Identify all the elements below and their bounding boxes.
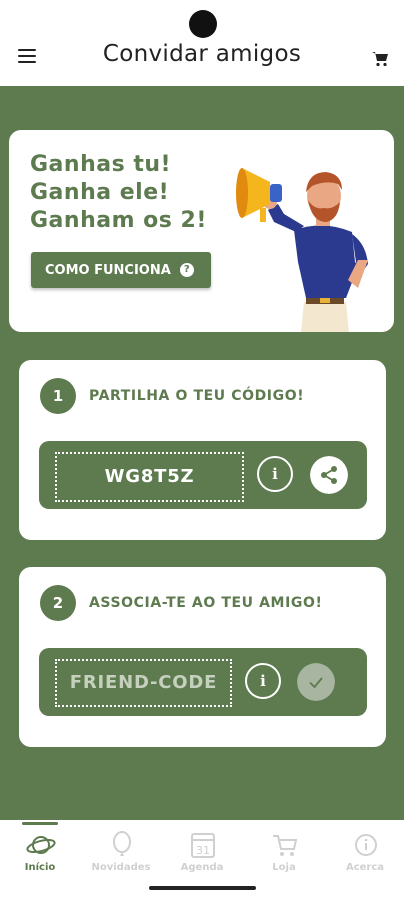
tab-novidades[interactable]: Novidades (81, 820, 161, 882)
associate-friend-card: 2 ASSOCIA-TE AO TEU AMIGO! FRIEND-CODE i (19, 567, 386, 747)
tab-label: Início (24, 862, 56, 873)
active-tab-indicator (22, 822, 58, 825)
svg-text:31: 31 (196, 844, 210, 857)
camera-notch (189, 10, 217, 38)
cart-icon (273, 835, 298, 856)
tab-inicio[interactable]: Início (0, 820, 80, 882)
hero-line-1: Ganhas tu! (30, 152, 172, 177)
info-icon (355, 834, 377, 856)
tab-label: Acerca (345, 862, 385, 873)
share-info-button[interactable]: i (257, 456, 293, 492)
home-indicator[interactable] (149, 886, 256, 890)
share-code-card: 1 PARTILHA O TEU CÓDIGO! WG8T5Z i (19, 360, 386, 540)
balloon-icon (113, 831, 131, 856)
friend-info-button[interactable]: i (245, 663, 281, 699)
step-number-1: 1 (40, 378, 76, 414)
main-content: Ganhas tu! Ganha ele! Ganham os 2! COMO … (0, 86, 404, 820)
tab-label: Novidades (91, 862, 151, 873)
share-icon[interactable] (310, 456, 348, 494)
page-title: Convidar amigos (102, 41, 302, 67)
check-icon[interactable] (297, 663, 335, 701)
calendar-icon: 31 (191, 833, 215, 858)
referral-code[interactable]: WG8T5Z (55, 452, 244, 502)
share-code-bar: WG8T5Z i (39, 441, 367, 509)
hero-line-3: Ganham os 2! (30, 208, 207, 233)
megaphone-man-illustration (236, 168, 368, 332)
tab-label: Agenda (180, 862, 224, 873)
share-code-heading: PARTILHA O TEU CÓDIGO! (89, 388, 305, 404)
friend-code-bar: FRIEND-CODE i (39, 648, 367, 716)
tab-agenda[interactable]: 31 Agenda (162, 820, 242, 882)
hero-card: Ganhas tu! Ganha ele! Ganham os 2! COMO … (9, 130, 394, 332)
tab-acerca[interactable]: Acerca (325, 820, 404, 882)
step-number-2: 2 (40, 585, 76, 621)
planet-icon (26, 836, 56, 854)
tab-loja[interactable]: Loja (244, 820, 324, 882)
how-it-works-button[interactable]: COMO FUNCIONA ? (31, 252, 211, 288)
tab-label: Loja (272, 862, 296, 873)
friend-code-input[interactable]: FRIEND-CODE (55, 659, 232, 707)
associate-friend-heading: ASSOCIA-TE AO TEU AMIGO! (89, 595, 323, 611)
hero-line-2: Ganha ele! (30, 180, 170, 205)
how-it-works-label: COMO FUNCIONA (45, 262, 171, 278)
question-icon: ? (179, 263, 194, 277)
cart-icon[interactable] (370, 48, 390, 68)
